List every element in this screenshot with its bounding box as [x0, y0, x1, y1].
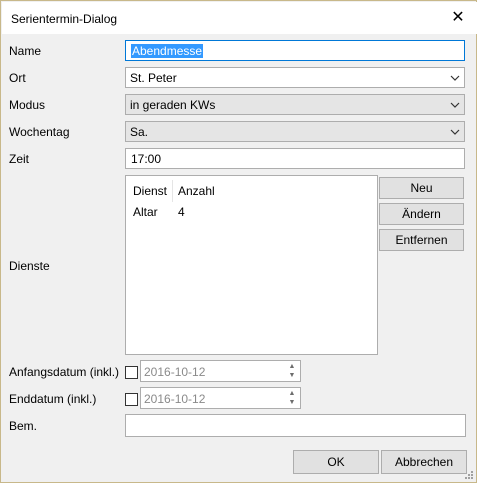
wochentag-label: Wochentag [9, 125, 70, 139]
dienste-list[interactable]: Dienst Anzahl Altar 4 [125, 175, 378, 355]
enddatum-label: Enddatum (inkl.) [9, 392, 97, 406]
modus-label: Modus [9, 98, 46, 112]
anfangsdatum-checkbox[interactable] [125, 366, 138, 379]
chevron-down-icon [450, 102, 460, 108]
zeit-input[interactable]: 17:00 [125, 148, 465, 169]
entfernen-button[interactable]: Entfernen [379, 229, 464, 251]
table-cell-dienst: Altar [133, 205, 158, 219]
bem-label: Bem. [9, 419, 38, 433]
wochentag-combobox[interactable]: Sa. [125, 121, 465, 142]
enddatum-checkbox[interactable] [125, 393, 138, 406]
spin-down-icon[interactable]: ▼ [285, 398, 299, 407]
window-title: Serientermin-Dialog [11, 12, 118, 26]
ort-combobox[interactable]: St. Peter [125, 67, 465, 88]
ok-button[interactable]: OK [293, 450, 379, 474]
enddatum-picker[interactable]: 2016-10-12 ▲ ▼ [140, 387, 301, 409]
resize-grip-icon[interactable] [464, 470, 474, 480]
ort-label: Ort [9, 71, 26, 85]
column-header-dienst[interactable]: Dienst [133, 184, 167, 198]
chevron-down-icon [450, 75, 460, 81]
enddatum-value: 2016-10-12 [144, 392, 206, 406]
neu-button[interactable]: Neu [379, 177, 464, 199]
anfangsdatum-label: Anfangsdatum (inkl.) [9, 365, 120, 379]
zeit-label: Zeit [9, 152, 30, 166]
name-label: Name [9, 44, 42, 58]
bem-input[interactable] [125, 414, 466, 437]
anfangsdatum-picker[interactable]: 2016-10-12 ▲ ▼ [140, 360, 301, 382]
dienste-label: Dienste [9, 259, 50, 273]
aendern-button[interactable]: Ändern [379, 203, 464, 225]
close-icon[interactable]: ✕ [449, 9, 467, 27]
wochentag-value: Sa. [130, 125, 149, 139]
spin-up-icon[interactable]: ▲ [285, 389, 299, 398]
anfangsdatum-spinner[interactable]: ▲ ▼ [285, 362, 299, 380]
column-header-anzahl[interactable]: Anzahl [178, 184, 215, 198]
title-bar: Serientermin-Dialog ✕ [2, 2, 477, 34]
spin-down-icon[interactable]: ▼ [285, 371, 299, 380]
enddatum-spinner[interactable]: ▲ ▼ [285, 389, 299, 407]
modus-value: in geraden KWs [130, 98, 216, 112]
modus-combobox[interactable]: in geraden KWs [125, 94, 465, 115]
name-value: Abendmesse [131, 44, 204, 58]
ort-value: St. Peter [130, 71, 177, 85]
zeit-value: 17:00 [131, 152, 162, 166]
chevron-down-icon [450, 129, 460, 135]
abbrechen-button[interactable]: Abbrechen [381, 450, 467, 474]
spin-up-icon[interactable]: ▲ [285, 362, 299, 371]
anfangsdatum-value: 2016-10-12 [144, 365, 206, 379]
name-input[interactable]: Abendmesse [125, 40, 465, 61]
table-cell-anzahl: 4 [178, 205, 185, 219]
column-separator [172, 180, 173, 202]
